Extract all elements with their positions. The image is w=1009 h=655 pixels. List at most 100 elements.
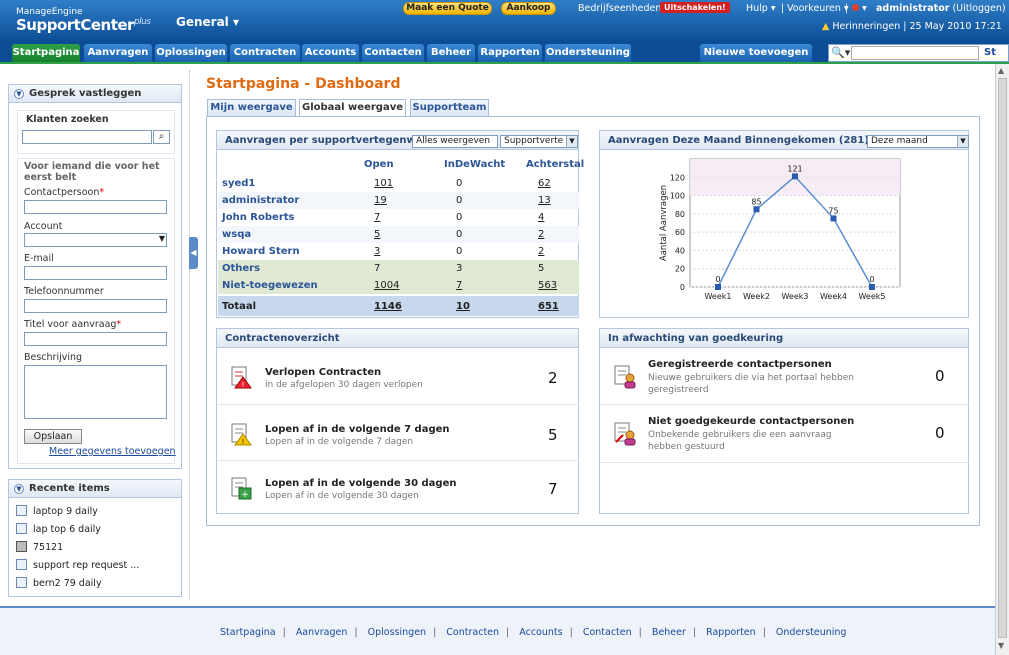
overdue-count[interactable]: 563 bbox=[538, 280, 557, 291]
footer-link-contracten[interactable]: Contracten bbox=[446, 627, 499, 638]
tab-aanvragen[interactable]: Aanvragen bbox=[84, 44, 152, 62]
log-call-header[interactable]: ▼ Gesprek vastleggen bbox=[9, 85, 181, 103]
collapse-icon[interactable]: ▼ bbox=[14, 484, 24, 494]
recent-item[interactable]: 75121 bbox=[16, 541, 63, 555]
search-input[interactable] bbox=[851, 46, 979, 60]
preferences-menu[interactable]: Voorkeuren ▾ bbox=[787, 3, 849, 14]
tab-startpagina[interactable]: Startpagina bbox=[12, 44, 80, 62]
vertical-scrollbar[interactable]: ▲ ▼ bbox=[995, 64, 1009, 655]
buy-button[interactable]: Aankoop bbox=[501, 2, 556, 15]
overdue-count[interactable]: 4 bbox=[538, 212, 544, 223]
onhold-count[interactable]: 7 bbox=[456, 280, 462, 291]
open-count[interactable]: 3 bbox=[374, 246, 380, 257]
rep-name[interactable]: administrator bbox=[222, 195, 299, 206]
rep-filter[interactable]: Supportverte ▼ bbox=[500, 135, 578, 148]
contract-item-expired[interactable]: ! Verlopen Contracten in de afgelopen 30… bbox=[218, 349, 579, 405]
approval-item-count[interactable]: 0 bbox=[935, 424, 945, 442]
save-button[interactable]: Opslaan bbox=[24, 429, 82, 444]
contract-item-title[interactable]: Lopen af in de volgende 7 dagen bbox=[265, 424, 450, 435]
footer-link-rapporten[interactable]: Rapporten bbox=[706, 627, 756, 638]
col-on-hold[interactable]: InDeWacht bbox=[444, 159, 505, 170]
contract-item-7days[interactable]: ! Lopen af in de volgende 7 dagen Lopen … bbox=[218, 406, 579, 462]
period-filter[interactable]: Deze maand ▼ bbox=[867, 135, 969, 148]
overdue-count[interactable]: 2 bbox=[538, 229, 544, 240]
tab-global-view[interactable]: Globaal weergave bbox=[299, 99, 406, 117]
splitter[interactable] bbox=[189, 70, 195, 600]
quote-button[interactable]: Maak een Quote bbox=[403, 2, 492, 15]
user-status-icon[interactable]: ▾ bbox=[852, 3, 867, 14]
approval-item-registered[interactable]: Geregistreerde contactpersonen Nieuwe ge… bbox=[601, 349, 969, 405]
overdue-count[interactable]: 2 bbox=[538, 246, 544, 257]
footer-link-beheer[interactable]: Beheer bbox=[652, 627, 686, 638]
open-count[interactable]: 19 bbox=[374, 195, 387, 206]
footer-link-contacten[interactable]: Contacten bbox=[583, 627, 632, 638]
footer-link-startpagina[interactable]: Startpagina bbox=[220, 627, 276, 638]
scroll-down-icon[interactable]: ▼ bbox=[998, 641, 1004, 650]
overdue-count[interactable]: 13 bbox=[538, 195, 551, 206]
rep-name[interactable]: Others bbox=[222, 263, 260, 274]
rep-name[interactable]: Howard Stern bbox=[222, 246, 300, 257]
tab-contracten[interactable]: Contracten bbox=[230, 44, 300, 62]
contract-item-title[interactable]: Verlopen Contracten bbox=[265, 367, 381, 378]
contract-item-count[interactable]: 2 bbox=[548, 369, 558, 387]
new-add-menu[interactable]: Nieuwe toevoegen ▾ bbox=[700, 44, 812, 76]
reminders-link[interactable]: Herinneringen bbox=[832, 21, 900, 32]
tab-accounts[interactable]: Accounts bbox=[302, 44, 359, 62]
recent-item[interactable]: laptop 9 daily bbox=[16, 505, 98, 519]
open-count[interactable]: 101 bbox=[374, 178, 393, 189]
collapse-panel-icon[interactable]: ◀ bbox=[189, 237, 198, 269]
footer-link-ondersteuning[interactable]: Ondersteuning bbox=[776, 627, 847, 638]
collapse-icon[interactable]: ▼ bbox=[14, 89, 24, 99]
show-all-filter[interactable]: Alles weergeven bbox=[412, 135, 498, 148]
account-select[interactable]: ▼ bbox=[24, 233, 167, 247]
tab-beheer[interactable]: Beheer bbox=[427, 44, 475, 62]
footer-link-oplossingen[interactable]: Oplossingen bbox=[368, 627, 426, 638]
chevron-down-icon[interactable]: ▼ bbox=[159, 234, 165, 243]
recent-item[interactable]: support rep request ... bbox=[16, 559, 139, 573]
tab-ondersteuning[interactable]: Ondersteuning bbox=[545, 44, 631, 62]
rep-name[interactable]: John Roberts bbox=[222, 212, 295, 223]
help-menu[interactable]: Hulp ▾ bbox=[746, 3, 776, 14]
rep-name[interactable]: syed1 bbox=[222, 178, 255, 189]
approval-item-count[interactable]: 0 bbox=[935, 367, 945, 385]
col-overdue[interactable]: Achterstal bbox=[526, 159, 584, 170]
contract-item-count[interactable]: 7 bbox=[548, 480, 558, 498]
approval-item-unapproved[interactable]: Niet goedgekeurde contactpersonen Onbeke… bbox=[601, 406, 969, 462]
scroll-up-icon[interactable]: ▲ bbox=[998, 66, 1004, 75]
search-icon[interactable]: 🔍▾ bbox=[831, 46, 850, 59]
logo-product[interactable]: SupportCenterplus bbox=[16, 16, 151, 34]
total-open[interactable]: 1146 bbox=[374, 301, 402, 312]
username[interactable]: administrator bbox=[876, 3, 949, 14]
contract-item-count[interactable]: 5 bbox=[548, 426, 558, 444]
recent-items-header[interactable]: ▼ Recente items bbox=[9, 480, 181, 498]
footer-link-aanvragen[interactable]: Aanvragen bbox=[296, 627, 348, 638]
approval-item-title[interactable]: Niet goedgekeurde contactpersonen bbox=[648, 416, 854, 427]
request-title-field[interactable] bbox=[24, 332, 167, 346]
description-field[interactable] bbox=[24, 365, 167, 419]
business-units-link[interactable]: Bedrijfseenheden bbox=[578, 3, 661, 14]
search-icon[interactable]: ⌕ bbox=[153, 130, 170, 144]
recent-item[interactable]: bern2 79 daily bbox=[16, 577, 102, 591]
rep-name[interactable]: wsqa bbox=[222, 229, 251, 240]
logout-link[interactable]: (Uitloggen) bbox=[952, 3, 1005, 14]
disable-badge[interactable]: Uitschakelen! bbox=[660, 2, 730, 13]
customer-search-input[interactable] bbox=[22, 130, 152, 144]
tab-contacten[interactable]: Contacten bbox=[362, 44, 424, 62]
open-count[interactable]: 1004 bbox=[374, 280, 399, 291]
tab-rapporten[interactable]: Rapporten bbox=[478, 44, 542, 62]
contract-item-30days[interactable]: + Lopen af in de volgende 30 dagen Lopen… bbox=[218, 460, 579, 516]
contract-item-title[interactable]: Lopen af in de volgende 30 dagen bbox=[265, 478, 456, 489]
approval-item-title[interactable]: Geregistreerde contactpersonen bbox=[648, 359, 832, 370]
contact-field[interactable] bbox=[24, 200, 167, 214]
more-details-link[interactable]: Meer gegevens toevoegen bbox=[49, 446, 176, 457]
total-overdue[interactable]: 651 bbox=[538, 301, 559, 312]
footer-link-accounts[interactable]: Accounts bbox=[519, 627, 562, 638]
overdue-count[interactable]: 62 bbox=[538, 178, 551, 189]
email-field[interactable] bbox=[24, 266, 167, 280]
total-onhold[interactable]: 10 bbox=[456, 301, 470, 312]
tab-oplossingen[interactable]: Oplossingen bbox=[155, 44, 227, 62]
recent-item[interactable]: lap top 6 daily bbox=[16, 523, 101, 537]
phone-field[interactable] bbox=[24, 299, 167, 313]
scroll-thumb[interactable] bbox=[998, 78, 1007, 638]
tab-my-view[interactable]: Mijn weergave bbox=[207, 99, 296, 116]
